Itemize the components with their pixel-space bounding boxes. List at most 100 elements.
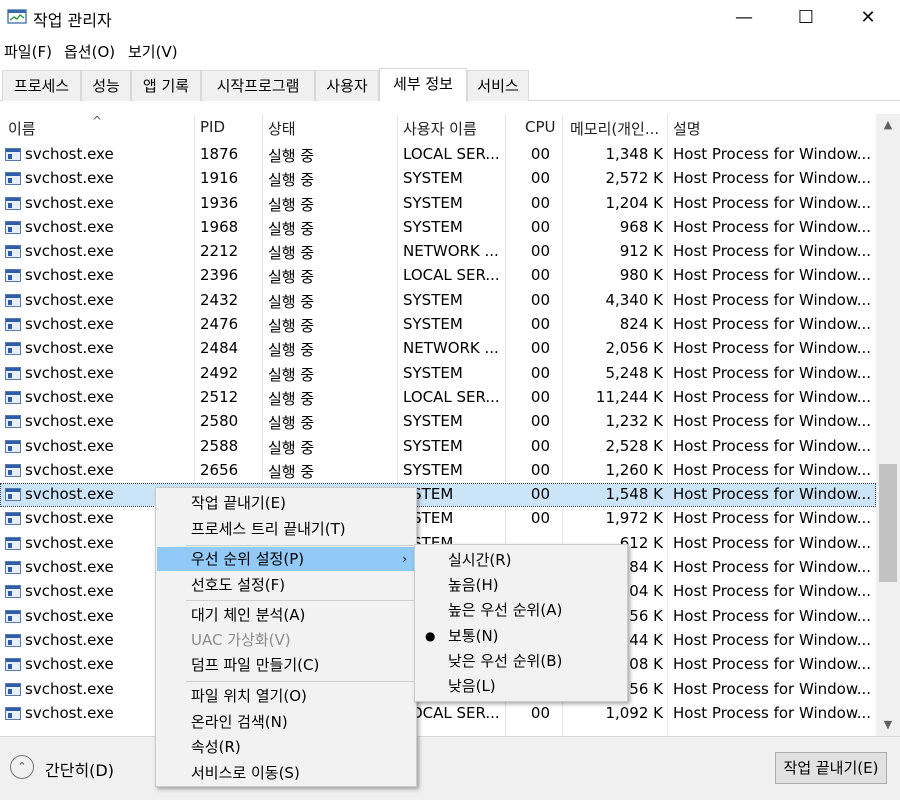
column-header-user[interactable]: 사용자 이름: [403, 118, 477, 139]
tab-processes[interactable]: 프로세스: [2, 70, 81, 101]
vertical-scrollbar[interactable]: ▲ ▼: [876, 114, 900, 736]
priority-below-normal[interactable]: 낮은 우선 순위(B): [416, 649, 626, 673]
cell-memory: 2,528 K: [605, 436, 663, 455]
cell-pid: 2512: [200, 387, 239, 406]
table-row[interactable]: svchost.exe 2588 실행 중 SYSTEM 00 2,528 K Host P…: [0, 435, 876, 459]
table-row[interactable]: svchost.exe LOCAL SER... 00 1,092 K Host Pro…: [0, 702, 876, 726]
menu-item-search-online[interactable]: 온라인 검색(N): [157, 710, 415, 734]
column-header-memory[interactable]: 메모리(개인...: [570, 118, 659, 139]
tab-services[interactable]: 서비스: [467, 70, 529, 101]
cell-memory: 824 K: [619, 315, 663, 334]
cell-pid: 2432: [200, 290, 239, 309]
column-header-status[interactable]: 상태: [268, 118, 296, 139]
cell-description: Host Process for Window...: [673, 339, 872, 358]
table-row[interactable]: svchost.exe 2656 실행 중 SYSTEM 00 1,260 K Host P…: [0, 459, 876, 483]
priority-normal[interactable]: ● 보통(N): [416, 624, 626, 648]
table-row[interactable]: svchost.exe 2492 실행 중 SYSTEM 00 5,248 K Host P…: [0, 362, 876, 386]
menu-item-create-dump-file[interactable]: 덤프 파일 만들기(C): [157, 653, 415, 677]
table-row[interactable]: svchost.exe 1916 실행 중 SYSTEM 00 2,572 K Host P…: [0, 167, 876, 191]
cell-cpu: 00: [530, 266, 550, 285]
cell-status: 실행 중: [268, 171, 315, 190]
tab-performance[interactable]: 성능: [81, 70, 131, 101]
cell-user: SYSTEM: [403, 363, 463, 382]
cell-status: 실행 중: [268, 365, 315, 384]
minimize-button[interactable]: —: [716, 0, 772, 36]
menu-item-open-file-location[interactable]: 파일 위치 열기(O): [157, 684, 415, 708]
cell-name: svchost.exe: [25, 242, 114, 261]
table-row[interactable]: svchost.exe 2396 실행 중 LOCAL SER... 00 980 K Ho…: [0, 264, 876, 288]
fewer-details-link[interactable]: 간단히(D): [45, 757, 114, 781]
cell-cpu: 00: [530, 242, 550, 261]
table-row[interactable]: svchost.exe 2476 실행 중 SYSTEM 00 824 K Host Pro…: [0, 313, 876, 337]
table-row[interactable]: svchost.exe 1936 실행 중 SYSTEM 00 1,204 K Host P…: [0, 192, 876, 216]
menu-item-set-priority[interactable]: 우선 순위 설정(P) ›: [157, 547, 415, 571]
process-icon: [5, 512, 21, 526]
cell-cpu: 00: [530, 703, 550, 722]
process-icon: [5, 390, 21, 404]
cell-memory: 2,056 K: [605, 339, 663, 358]
menu-file[interactable]: 파일(F): [4, 41, 52, 62]
cell-name: svchost.exe: [25, 387, 114, 406]
process-icon: [5, 269, 21, 283]
cell-status: 실행 중: [268, 389, 315, 408]
priority-above-normal[interactable]: 높은 우선 순위(A): [416, 598, 626, 622]
menu-view[interactable]: 보기(V): [128, 41, 178, 62]
chevron-up-icon[interactable]: ⌃: [10, 755, 34, 779]
end-task-button[interactable]: 작업 끝내기(E): [775, 752, 887, 784]
table-row[interactable]: svchost.exe 2484 실행 중 NETWORK ... 00 2,056 K H…: [0, 337, 876, 361]
priority-submenu: 실시간(R) 높음(H) 높은 우선 순위(A) ● 보통(N) 낮은 우선 순…: [414, 544, 628, 702]
process-icon: [5, 658, 21, 672]
cell-description: Host Process for Window...: [673, 242, 872, 261]
table-row[interactable]: svchost.exe 2512 실행 중 LOCAL SER... 00 11,244 …: [0, 386, 876, 410]
table-row[interactable]: svchost.exe 2432 실행 중 SYSTEM 00 4,340 K Host P…: [0, 289, 876, 313]
cell-description: Host Process for Window...: [673, 436, 872, 455]
menu-item-analyze-wait-chain[interactable]: 대기 체인 분석(A): [157, 603, 415, 627]
tab-app-history[interactable]: 앱 기록: [131, 70, 201, 101]
menu-separator: [186, 545, 414, 546]
column-header-name[interactable]: 이름: [8, 118, 36, 139]
table-row[interactable]: svchost.exe 2212 실행 중 NETWORK ... 00 912 K Hos…: [0, 240, 876, 264]
table-row[interactable]: svchost.exe YSTEM 00 1,548 K Host Process fo…: [0, 483, 876, 508]
process-icon: [5, 293, 21, 307]
cell-description: Host Process for Window...: [673, 315, 872, 334]
cell-name: svchost.exe: [25, 266, 114, 285]
tab-users[interactable]: 사용자: [315, 70, 379, 101]
table-row[interactable]: svchost.exe 2580 실행 중 SYSTEM 00 1,232 K Host P…: [0, 410, 876, 434]
close-button[interactable]: ✕: [840, 0, 896, 36]
cell-user: SYSTEM: [403, 193, 463, 212]
title-bar: 작업 관리자 — ☐ ✕: [0, 0, 900, 36]
table-row[interactable]: svchost.exe 1968 실행 중 SYSTEM 00 968 K Host Pro…: [0, 216, 876, 240]
menu-item-end-process-tree[interactable]: 프로세스 트리 끝내기(T): [157, 517, 415, 541]
cell-memory: 1,348 K: [605, 145, 663, 163]
cell-cpu: 00: [530, 412, 550, 431]
menu-item-go-to-services[interactable]: 서비스로 이동(S): [157, 761, 415, 785]
process-icon: [5, 633, 21, 647]
cell-pid: 2476: [200, 315, 239, 334]
cell-description: Host Process for Window...: [673, 217, 872, 236]
scroll-down-icon[interactable]: ▼: [876, 716, 900, 734]
column-header-description[interactable]: 설명: [673, 118, 701, 139]
menu-options[interactable]: 옵션(O): [64, 41, 115, 62]
menu-bar: 파일(F) 옵션(O) 보기(V): [0, 38, 900, 64]
cell-pid: 2396: [200, 266, 239, 285]
scroll-up-icon[interactable]: ▲: [876, 116, 900, 134]
priority-low[interactable]: 낮음(L): [416, 674, 626, 698]
table-row[interactable]: svchost.exe YSTEM 00 1,972 K Host Process fo…: [0, 507, 876, 531]
process-icon: [5, 682, 21, 696]
tab-startup[interactable]: 시작프로그램: [201, 70, 315, 101]
scroll-thumb[interactable]: [879, 464, 897, 582]
tab-details[interactable]: 세부 정보: [379, 68, 467, 102]
table-row[interactable]: svchost.exe 1876 실행 중 LOCAL SER... 00 1,348 K…: [0, 143, 876, 167]
column-header-cpu[interactable]: CPU: [525, 118, 556, 136]
process-icon: [5, 463, 21, 477]
cell-cpu: 00: [530, 485, 550, 504]
menu-item-end-task[interactable]: 작업 끝내기(E): [157, 491, 415, 515]
cell-user: LOCAL SER...: [403, 266, 500, 285]
priority-high[interactable]: 높음(H): [416, 573, 626, 597]
maximize-button[interactable]: ☐: [778, 0, 834, 36]
menu-item-properties[interactable]: 속성(R): [157, 735, 415, 759]
priority-realtime[interactable]: 실시간(R): [416, 548, 626, 572]
column-header-pid[interactable]: PID: [200, 118, 225, 136]
menu-item-set-affinity[interactable]: 선호도 설정(F): [157, 573, 415, 597]
cell-name: svchost.exe: [25, 217, 114, 236]
